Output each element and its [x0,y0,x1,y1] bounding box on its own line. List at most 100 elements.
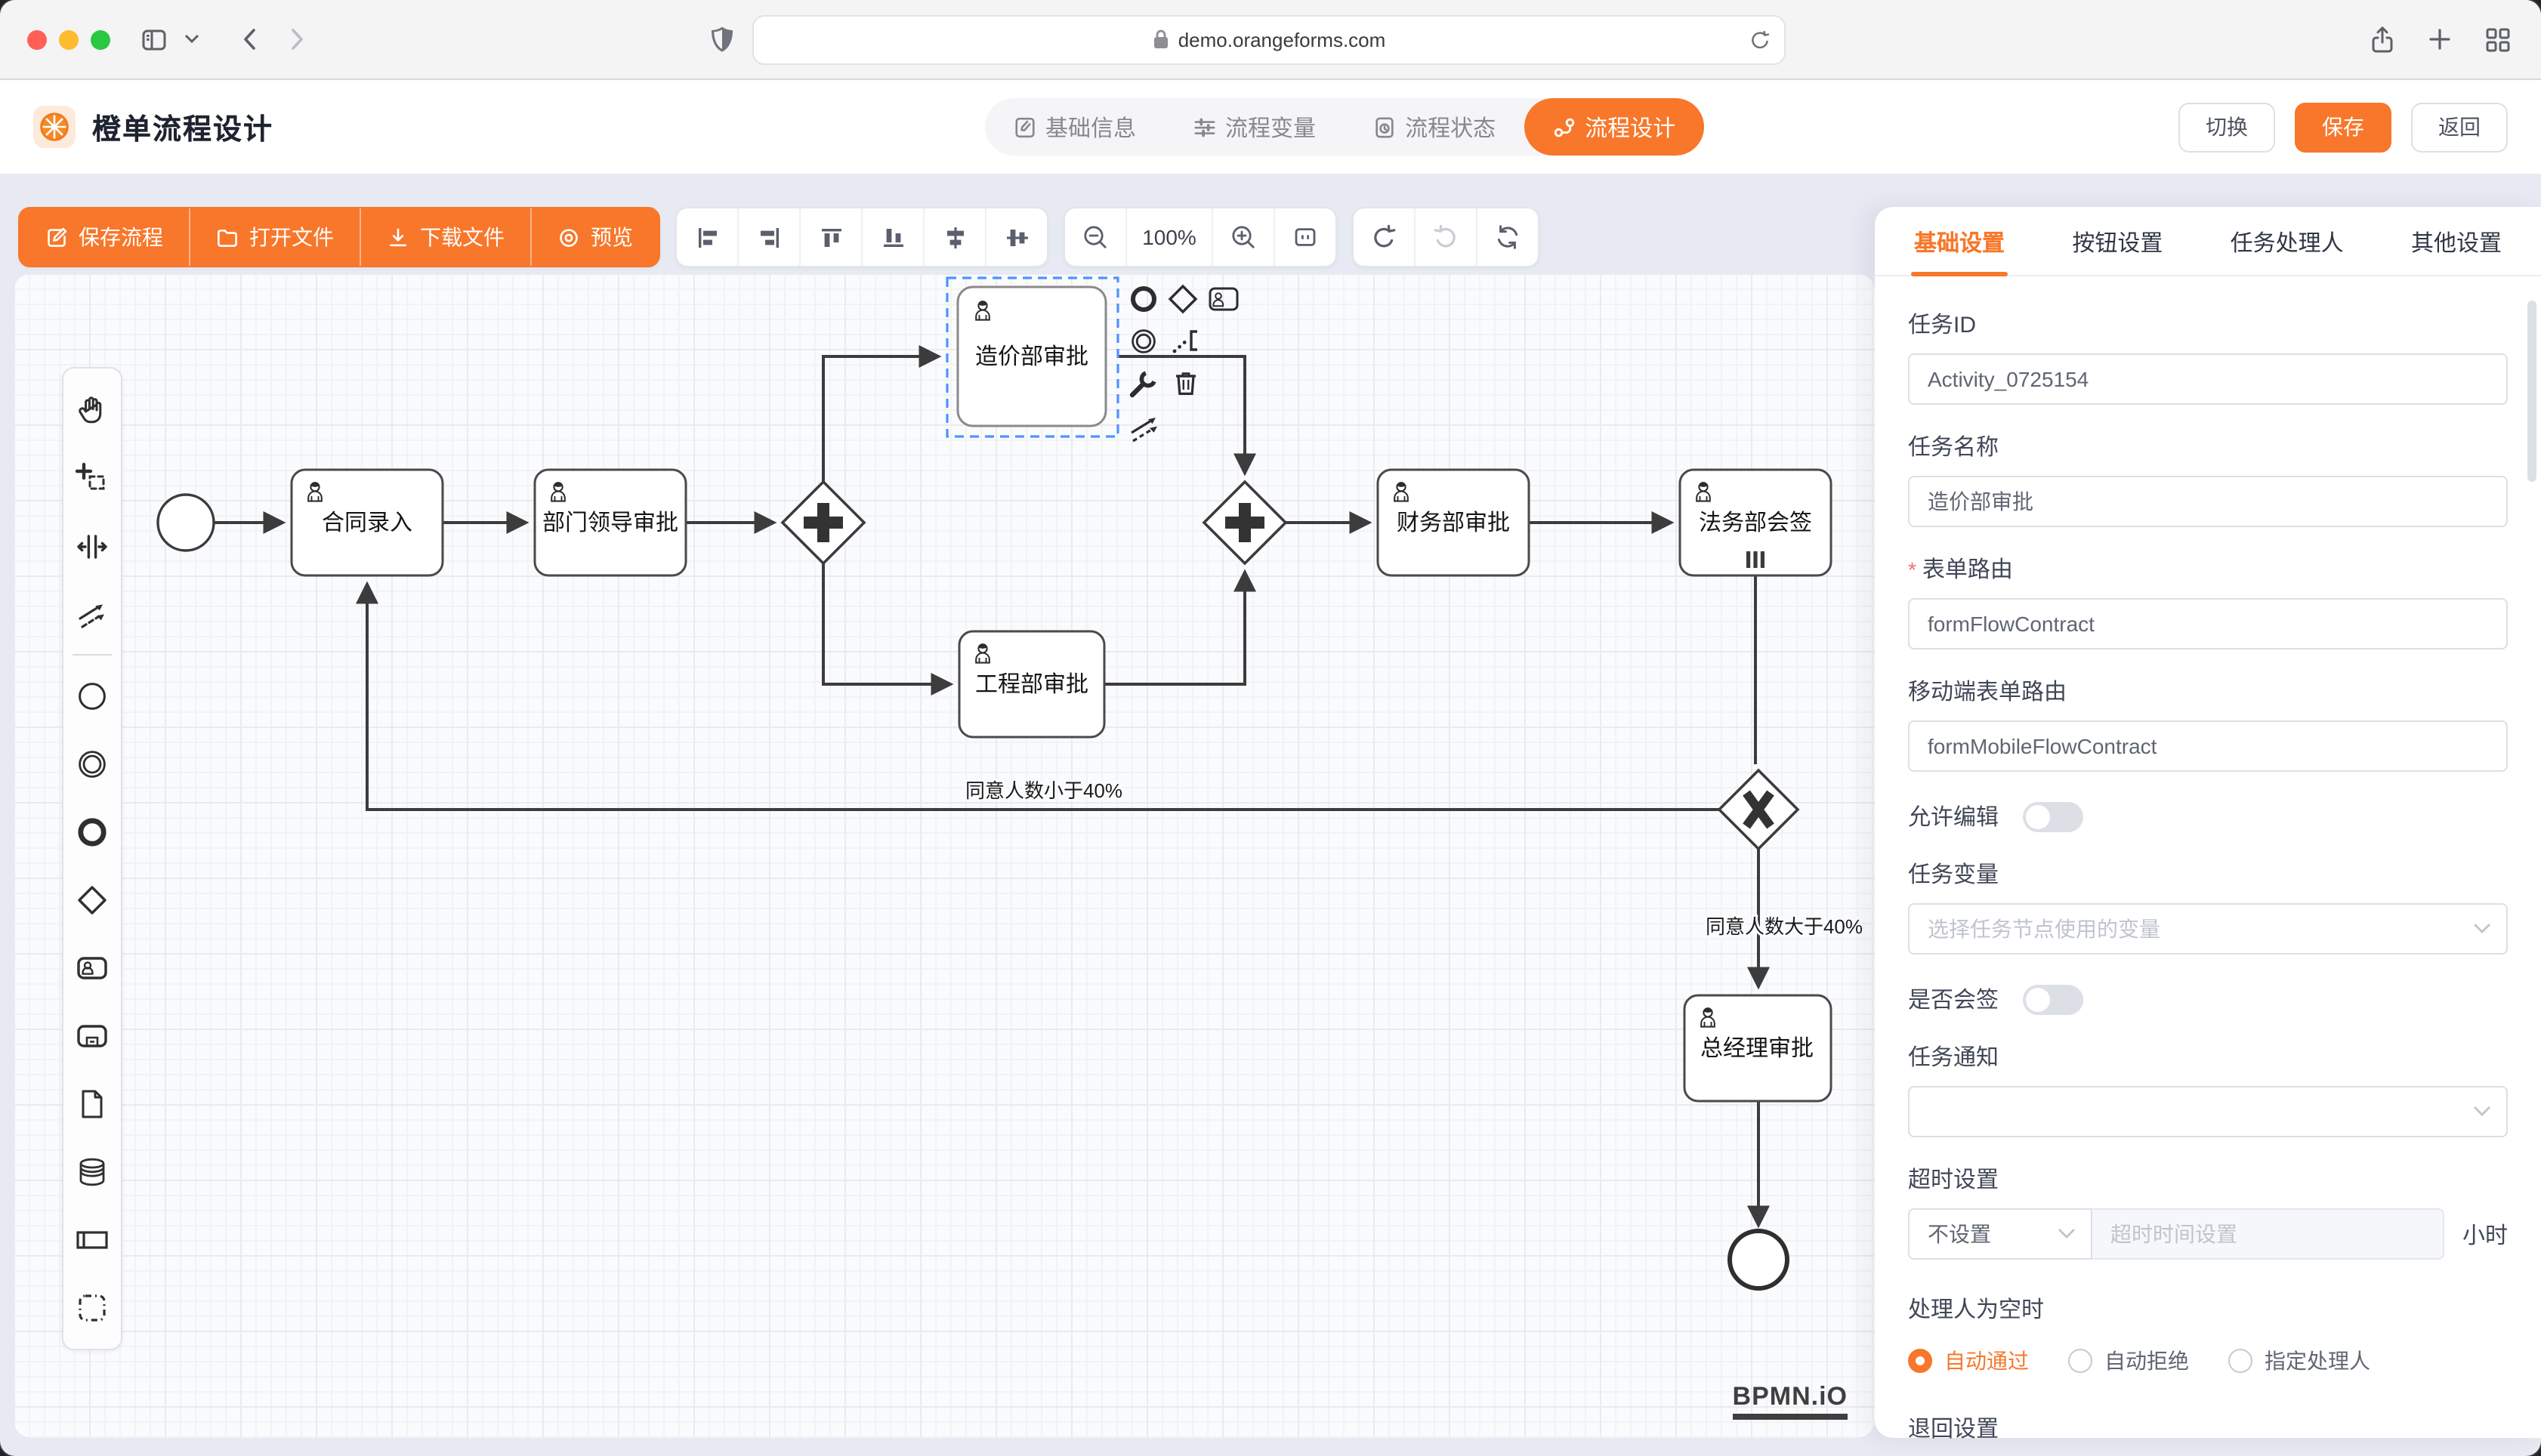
task-cost-dept-approval[interactable]: 造价部审批 [958,287,1106,426]
tab-overview-icon[interactable] [2475,17,2520,62]
wrench-icon[interactable] [1132,373,1154,395]
align-right-icon[interactable] [737,208,799,266]
task-legal-countersign[interactable]: 法务部会签 [1680,470,1831,575]
mobile-form-route-field[interactable] [1908,720,2508,772]
tab-process-design[interactable]: 流程设计 [1524,98,1704,156]
subprocess-icon[interactable] [63,1001,121,1069]
participant-pool-icon[interactable] [63,1205,121,1273]
save-button[interactable]: 保存 [2295,102,2391,152]
new-tab-icon[interactable] [2417,17,2462,62]
tab-basic-info[interactable]: 基础信息 [985,98,1165,156]
preview-button[interactable]: 预览 [530,208,659,266]
zoom-in-icon[interactable] [1213,208,1274,266]
gateway-icon[interactable] [63,865,121,933]
tab-process-status[interactable]: 流程状态 [1345,98,1524,156]
flow-engineering-to-gateway2[interactable] [1104,572,1245,684]
data-store-icon[interactable] [63,1137,121,1205]
group-icon[interactable] [63,1273,121,1341]
parallel-gateway-2[interactable] [1204,482,1286,563]
save-process-button[interactable]: 保存流程 [20,208,189,266]
append-end-event-icon[interactable] [1133,288,1154,310]
reload-icon[interactable] [1749,28,1771,51]
user-task-icon[interactable] [63,933,121,1001]
minimize-window-button[interactable] [59,29,79,49]
tab-process-variables[interactable]: 流程变量 [1165,98,1345,156]
align-top-icon[interactable] [799,208,861,266]
timeout-mode-select[interactable] [1908,1208,2092,1260]
flow-gateway1-to-cost[interactable] [823,356,938,482]
back-button[interactable] [228,17,273,62]
task-name-field[interactable] [1908,476,2508,527]
tab-other-settings[interactable]: 其他设置 [2408,207,2505,275]
form-route-field[interactable] [1908,598,2508,649]
flow-cost-to-gateway2[interactable] [1118,356,1245,473]
empty-handler-label: 处理人为空时 [1908,1293,2508,1325]
align-left-icon[interactable] [677,208,737,266]
task-notify-select[interactable] [1908,1086,2508,1137]
align-center-horizontal-icon[interactable] [923,208,985,266]
task-variable-select[interactable] [1908,903,2508,955]
redo-icon[interactable] [1414,208,1476,266]
parallel-gateway-1[interactable] [783,482,864,563]
append-gateway-icon[interactable] [1170,286,1196,312]
bpmn-canvas[interactable]: 同意人数小于40% 同意人数大于40% [14,273,1875,1438]
task-gm-approval[interactable]: 总经理审批 [1684,995,1831,1101]
flow-label-gt40[interactable]: 同意人数大于40% [1706,915,1863,938]
task-id-field[interactable] [1908,353,2508,405]
connect-tool-icon[interactable] [1132,418,1157,441]
end-event[interactable] [1730,1231,1787,1288]
end-event-icon[interactable] [63,797,121,865]
append-intermediate-event-icon[interactable] [1133,331,1155,353]
task-dept-leader-approval[interactable]: 部门领导审批 [535,470,686,575]
tab-button-settings[interactable]: 按钮设置 [2069,207,2166,275]
chevron-down-icon[interactable] [177,17,207,62]
trash-icon[interactable] [1176,374,1196,394]
undo-icon[interactable] [1354,208,1414,266]
radio-auto-pass[interactable]: 自动通过 [1908,1346,2029,1376]
radio-auto-reject[interactable]: 自动拒绝 [2068,1346,2189,1376]
forward-button[interactable] [273,17,319,62]
refresh-icon[interactable] [1476,208,1538,266]
svg-text:部门领导审批: 部门领导审批 [542,511,678,535]
start-event-icon[interactable] [63,662,121,730]
zoom-window-button[interactable] [91,29,110,49]
tab-task-assignee[interactable]: 任务处理人 [2228,207,2347,275]
flow-label-lt40[interactable]: 同意人数小于40% [965,779,1122,802]
allow-edit-toggle[interactable] [2023,801,2083,831]
open-file-button[interactable]: 打开文件 [189,208,360,266]
sidebar-icon[interactable] [131,17,177,62]
task-engineering-approval[interactable]: 工程部审批 [959,631,1104,737]
align-center-vertical-icon[interactable] [985,208,1047,266]
switch-button[interactable]: 切换 [2178,102,2275,152]
countersign-toggle[interactable] [2023,984,2083,1014]
lasso-tool-icon[interactable] [63,444,121,512]
url-bar[interactable]: demo.orangeforms.com [752,14,1786,64]
task-finance-approval[interactable]: 财务部审批 [1378,470,1529,575]
fit-viewport-icon[interactable] [1274,208,1335,266]
privacy-shield-icon[interactable] [710,25,734,54]
space-tool-icon[interactable] [63,512,121,580]
text-annotation-icon[interactable] [1173,332,1197,353]
intermediate-event-icon[interactable] [63,730,121,797]
hand-tool-icon[interactable] [63,376,121,444]
share-icon[interactable] [2360,17,2405,62]
align-bottom-icon[interactable] [861,208,923,266]
radio-assign-handler[interactable]: 指定处理人 [2228,1346,2370,1376]
start-event[interactable] [158,495,214,551]
timeout-value-field[interactable] [2092,1208,2444,1260]
required-mark: * [1908,557,1916,581]
data-object-icon[interactable] [63,1069,121,1137]
exclusive-gateway[interactable] [1719,770,1798,849]
tab-basic-settings[interactable]: 基础设置 [1911,207,2008,275]
zoom-out-icon[interactable] [1065,208,1125,266]
close-window-button[interactable] [27,29,47,49]
task-contract-entry[interactable]: 合同录入 [292,470,443,575]
panel-scrollbar[interactable] [2527,301,2536,482]
zoom-level[interactable]: 100% [1125,208,1213,266]
back-page-button[interactable]: 返回 [2411,102,2508,152]
flow-gateway1-to-engineering[interactable] [823,563,950,684]
append-task-icon[interactable] [1210,288,1237,310]
connection-tool-icon[interactable] [63,580,121,648]
bpmn-io-logo[interactable]: BPMN.iO [1733,1382,1848,1420]
download-file-button[interactable]: 下载文件 [360,208,530,266]
